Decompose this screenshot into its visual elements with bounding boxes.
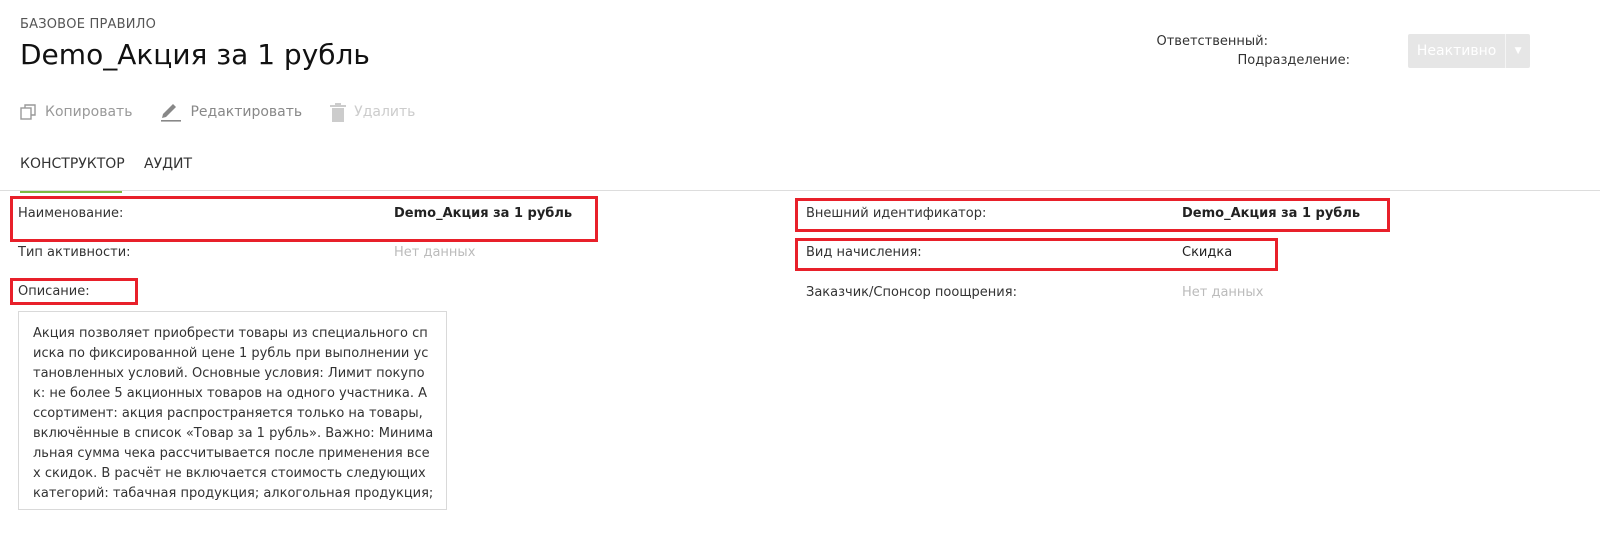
sponsor-value: Нет данных [1182, 285, 1264, 300]
sponsor-label: Заказчик/Спонсор поощрения: [806, 285, 1017, 300]
activity-type-value: Нет данных [394, 245, 476, 260]
tab-constructor[interactable]: КОНСТРУКТОР [20, 156, 125, 193]
tab-audit[interactable]: АУДИТ [144, 156, 192, 190]
caret-down-icon[interactable]: ▼ [1505, 34, 1530, 68]
tabs-divider [0, 190, 1600, 191]
copy-label: Копировать [45, 104, 133, 120]
delete-button[interactable]: Удалить [330, 102, 416, 122]
edit-button[interactable]: Редактировать [160, 102, 302, 122]
name-highlight-box [10, 196, 598, 242]
external-id-highlight-box [795, 198, 1390, 232]
description-highlight-box [10, 278, 138, 305]
description-text: Акция позволяет приобрести товары из спе… [18, 311, 447, 510]
status-button-label: Неактивно [1416, 43, 1497, 59]
delete-label: Удалить [354, 104, 416, 120]
status-dropdown-button[interactable]: Неактивно ▼ [1408, 34, 1530, 68]
department-label: Подразделение: [1237, 53, 1350, 68]
page-title: Demo_Акция за 1 рубль [20, 38, 370, 71]
activity-type-label: Тип активности: [18, 245, 131, 260]
edit-label: Редактировать [190, 104, 303, 120]
responsible-label: Ответственный: [1156, 34, 1268, 49]
tab-bar: КОНСТРУКТОР АУДИТ [20, 156, 214, 193]
trash-icon [330, 102, 347, 122]
copy-button[interactable]: Копировать [20, 103, 133, 121]
rule-type-overline: БАЗОВОЕ ПРАВИЛО [20, 17, 157, 32]
copy-icon [20, 103, 36, 120]
accrual-type-highlight-box [795, 238, 1278, 271]
action-toolbar: Копировать Редактировать Удалить [20, 102, 443, 122]
pencil-icon [161, 104, 182, 122]
